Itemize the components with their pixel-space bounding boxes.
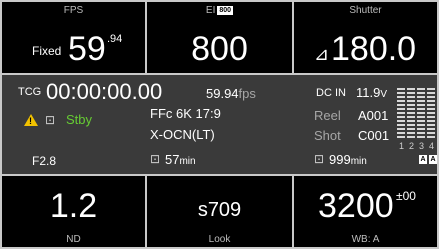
look-label: Look — [208, 234, 231, 245]
audio-tag-a1: A — [419, 155, 427, 164]
shot-label: Shot — [314, 128, 341, 143]
audio-ch1-label: 1 — [399, 141, 405, 151]
project-fps-value: 59.94 — [206, 86, 239, 101]
project-fps: 59.94fps — [206, 87, 256, 100]
wb-value: 3200 — [318, 187, 394, 225]
reel-value: A001 — [358, 108, 389, 123]
audio-meter-ch1 — [397, 88, 405, 140]
fps-label: FPS — [63, 5, 84, 16]
timecode: 00:00:00.00 — [46, 79, 163, 104]
audio-meter-ch3 — [417, 88, 425, 140]
wb-cell[interactable]: 3200 ±00 WB: A — [294, 176, 437, 247]
nd-value: 1.2 — [49, 187, 98, 225]
look-value: s709 — [197, 199, 242, 221]
media-icon: ⊡ — [150, 152, 161, 166]
proxy-icon: ⊡ — [314, 152, 325, 166]
camera-status-screen: FPS Fixed 59 .94 EI 800 800 Shutter ⊿ 180… — [0, 0, 439, 249]
record-slot-icon: ⊡ — [45, 113, 56, 127]
voltage-value: 11.9 — [356, 85, 381, 100]
shutter-value: 180.0 — [331, 30, 417, 68]
ei-cell[interactable]: EI 800 800 — [147, 2, 292, 73]
shutter-angle-icon: ⊿ — [314, 44, 330, 64]
shutter-cell[interactable]: Shutter ⊿ 180.0 — [294, 2, 437, 73]
ei-header: EI 800 — [147, 5, 292, 16]
ei-label: EI — [205, 5, 216, 16]
fps-cell[interactable]: FPS Fixed 59 .94 — [2, 2, 145, 73]
fps-value: 59 — [68, 30, 106, 68]
voltage: 11.9V — [356, 86, 387, 100]
media-remaining-value: 57 — [165, 152, 180, 167]
format-line2: X-OCN(LT) — [150, 127, 215, 142]
project-fps-unit: fps — [238, 86, 256, 101]
record-state: Stby — [66, 112, 93, 127]
look-cell[interactable]: s709 Look — [147, 176, 292, 247]
wb-label: WB: A — [351, 234, 380, 245]
nd-label: ND — [66, 234, 81, 245]
format-line1: FFc 6K 17:9 — [150, 106, 221, 121]
shutter-label: Shutter — [349, 5, 382, 16]
fps-decimal: .94 — [107, 33, 123, 45]
dc-in-label: DC IN — [316, 87, 346, 99]
proxy-remaining: 999min — [329, 153, 367, 167]
audio-ch4-label: 4 — [429, 141, 435, 151]
warning-icon[interactable]: ! — [24, 114, 38, 126]
media-remaining: 57min — [165, 153, 196, 167]
reel-label: Reel — [314, 108, 341, 123]
status-panel: TCG 00:00:00.00 59.94fps DC IN 11.9V ! ⊡… — [2, 75, 437, 174]
iris-value: F2.8 — [32, 154, 57, 168]
nd-cell[interactable]: 1.2 ND — [2, 176, 145, 247]
audio-meter-ch4 — [427, 88, 435, 140]
voltage-unit: V — [380, 89, 388, 100]
tcg-label: TCG — [18, 86, 42, 98]
audio-meter-ch2 — [407, 88, 415, 140]
media-remaining-unit: min — [179, 156, 196, 167]
audio-ch2-label: 2 — [409, 141, 415, 151]
audio-meters — [397, 88, 437, 140]
proxy-remaining-unit: min — [350, 156, 367, 167]
ei-base-badge: 800 — [217, 6, 234, 15]
fps-mode: Fixed — [32, 44, 62, 58]
wb-offset: ±00 — [396, 189, 416, 203]
audio-tag-a2: A — [429, 155, 437, 164]
ei-value: 800 — [191, 30, 248, 68]
audio-ch3-label: 3 — [419, 141, 425, 151]
proxy-remaining-value: 999 — [329, 152, 351, 167]
shot-value: C001 — [358, 128, 390, 143]
